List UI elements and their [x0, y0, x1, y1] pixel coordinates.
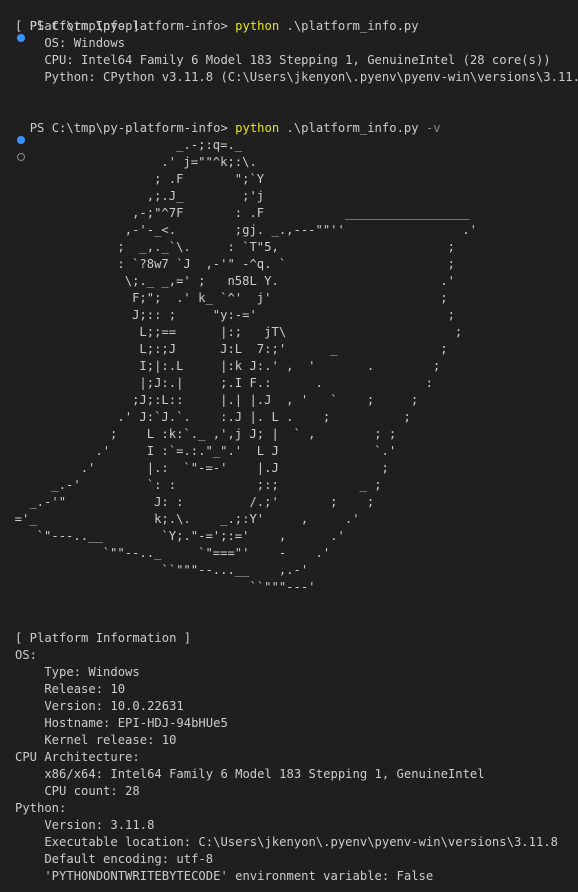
details-python-label: Python:	[15, 801, 67, 815]
details-os-release: Release: 10	[15, 682, 126, 696]
summary-header: [ Platform Info ]	[15, 19, 140, 33]
details-python-encoding: Default encoding: utf-8	[15, 852, 214, 866]
command-name: python	[235, 19, 280, 33]
prompt-line-1: PS C:\tmp\py-platform-info> python .\pla…	[0, 1, 419, 42]
details-cpu-arch: x86/x64: Intel64 Family 6 Model 183 Step…	[15, 767, 485, 781]
details-header: [ Platform Information ]	[15, 631, 192, 645]
prompt-line-2: PS C:\tmp\py-platform-info> python .\pla…	[0, 103, 441, 144]
command-flag: -v	[425, 121, 441, 135]
summary-os: OS: Windows	[15, 36, 126, 50]
command-name: python	[235, 121, 280, 135]
prompt-prefix: PS C:\tmp\py-platform-info>	[29, 121, 236, 135]
details-cpu-count: CPU count: 28	[15, 784, 140, 798]
summary-cpu: CPU: Intel64 Family 6 Model 183 Stepping…	[15, 53, 551, 67]
details-os-type: Type: Windows	[15, 665, 140, 679]
running-command-marker-line	[0, 120, 30, 161]
details-os-kernel: Kernel release: 10	[15, 733, 177, 747]
details-python-version: Version: 3.11.8	[15, 818, 155, 832]
details-os-label: OS:	[15, 648, 38, 662]
summary-python: Python: CPython v3.11.8 (C:\Users\jkenyo…	[15, 70, 578, 84]
command-args: .\platform_info.py	[279, 121, 426, 135]
details-python-executable: Executable location: C:\Users\jkenyon\.p…	[15, 835, 558, 849]
details-python-env-var: 'PYTHONDONTWRITEBYTECODE' environment va…	[15, 869, 434, 883]
ascii-art: _.-;:q=._ .' j=""^k;:\. ; .F ";`Y ,;.J_ …	[14, 138, 477, 594]
details-cpu-label: CPU Architecture:	[15, 750, 140, 764]
details-os-version: Version: 10.0.22631	[15, 699, 184, 713]
command-args: .\platform_info.py	[279, 19, 419, 33]
details-os-hostname: Hostname: EPI-HDJ-94bHUe5	[15, 716, 228, 730]
